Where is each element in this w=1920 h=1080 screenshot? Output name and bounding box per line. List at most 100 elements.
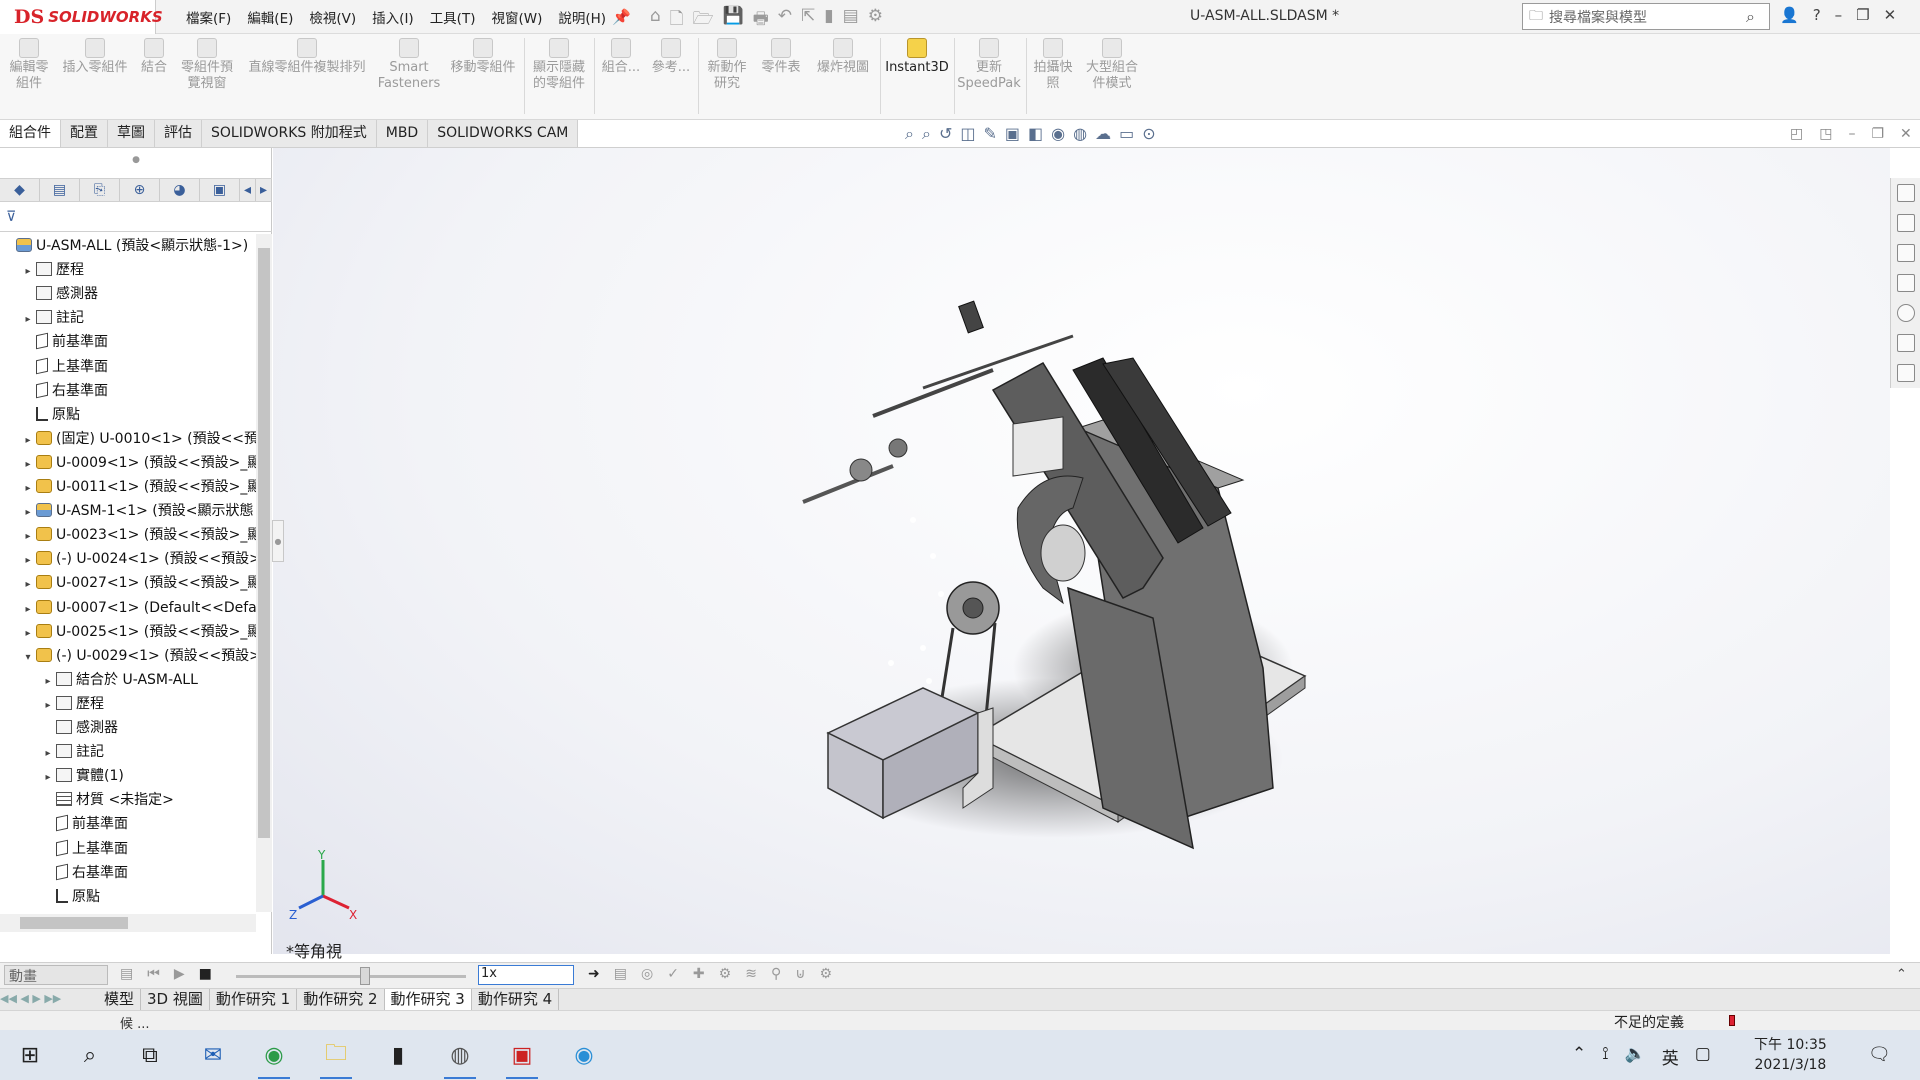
new-motion-study-button[interactable]: 新動作 研究 xyxy=(702,38,752,92)
assembly-features-button[interactable]: 組合... xyxy=(598,38,644,76)
tray-expand-icon[interactable]: ⌃ xyxy=(1572,1044,1586,1069)
viewport-close-icon[interactable]: ✕ xyxy=(1900,126,1912,142)
tree-item[interactable]: 原點 xyxy=(0,885,100,909)
configuration-manager-tab-icon[interactable]: ⎘ xyxy=(80,179,120,201)
expand-arrow-icon[interactable]: ▸ xyxy=(22,477,34,501)
expand-arrow-icon[interactable]: ▸ xyxy=(22,549,34,573)
panel-grip[interactable]: ● xyxy=(0,148,272,172)
tree-item[interactable]: ▾ (-) U-0029<1> (預設<<預設> xyxy=(0,644,256,668)
zoom-to-fit-icon[interactable]: ⌕ xyxy=(905,124,914,144)
menu-help[interactable]: 說明(H) xyxy=(550,7,614,27)
component-preview-button[interactable]: 零組件預 覽視窗 xyxy=(176,38,238,92)
spring-icon[interactable]: ≋ xyxy=(745,966,757,982)
search-box[interactable]: 🗀 搜尋檔案與模型 ⌕ xyxy=(1522,3,1770,30)
tree-item[interactable]: U-ASM-ALL (預設<顯示狀態-1>) xyxy=(0,234,248,258)
viewport-minimize-icon[interactable]: – xyxy=(1848,126,1855,142)
expand-arrow-icon[interactable]: ▸ xyxy=(42,742,54,766)
globe-app-icon[interactable]: ◍ xyxy=(440,1035,480,1079)
tab-motion-study-1[interactable]: 動作研究 1 xyxy=(209,989,298,1010)
tab-sketch[interactable]: 草圖 xyxy=(108,120,155,147)
new-file-icon[interactable]: 🗋 xyxy=(670,6,684,35)
tree-item[interactable]: 上基準面 xyxy=(0,837,128,861)
search-scope-icon[interactable]: 🗀 xyxy=(1529,5,1543,29)
tab-assembly[interactable]: 組合件 xyxy=(0,120,61,147)
dynamic-annotation-icon[interactable]: ✎ xyxy=(983,124,996,144)
split-view-icon[interactable]: ◰ xyxy=(1790,126,1803,142)
dimxpert-tab-icon[interactable]: ⊕ xyxy=(120,179,160,201)
add-key-icon[interactable]: ✚ xyxy=(693,966,705,982)
print-icon[interactable]: 🖶 xyxy=(753,6,769,35)
ime-mode-icon[interactable]: ▢ xyxy=(1695,1044,1711,1069)
home-icon[interactable]: ⌂ xyxy=(650,6,661,35)
menu-insert[interactable]: 插入(I) xyxy=(364,7,422,27)
tab-motion-study-2[interactable]: 動作研究 2 xyxy=(297,989,385,1010)
display-manager-tab-icon[interactable]: ◕ xyxy=(160,179,200,201)
menu-view[interactable]: 檢視(V) xyxy=(301,7,364,27)
tree-item[interactable]: 右基準面 xyxy=(0,379,108,403)
notification-center-icon[interactable]: 🗨 xyxy=(1868,1044,1891,1065)
exploded-view-button[interactable]: 爆炸視圖 xyxy=(810,38,876,76)
custom-properties-icon[interactable] xyxy=(1897,334,1915,352)
bill-of-materials-button[interactable]: 零件表 xyxy=(756,38,806,76)
windows-start-icon[interactable]: ⊞ xyxy=(10,1035,50,1075)
menu-file[interactable]: 檔案(F) xyxy=(178,7,239,27)
view-orientation-icon[interactable]: ▣ xyxy=(1005,124,1020,144)
panel-splitter[interactable]: ● xyxy=(272,520,284,562)
tree-item[interactable]: ▸ (-) U-0024<1> (預設<<預設> xyxy=(0,547,256,571)
realview-icon[interactable]: ⊙ xyxy=(1142,124,1155,144)
expand-arrow-icon[interactable]: ▾ xyxy=(22,646,34,670)
open-file-icon[interactable]: 🗁 xyxy=(692,6,713,35)
update-speedpak-button[interactable]: 更新 SpeedPak xyxy=(956,38,1022,92)
expand-arrow-icon[interactable]: ▸ xyxy=(22,308,34,332)
close-icon[interactable]: ✕ xyxy=(1884,6,1897,24)
large-assembly-mode-button[interactable]: 大型組合 件模式 xyxy=(1080,38,1144,92)
filter-icon[interactable]: ⊽ xyxy=(6,209,16,225)
tree-item[interactable]: ▸ U-ASM-1<1> (預設<顯示狀態 xyxy=(0,499,254,523)
network-icon[interactable]: ⟟ xyxy=(1602,1044,1608,1069)
tree-item[interactable]: 前基準面 xyxy=(0,812,128,836)
tree-item[interactable]: 材質 <未指定> xyxy=(0,788,174,812)
tree-item[interactable]: 原點 xyxy=(0,403,80,427)
insert-components-button[interactable]: 插入零組件 xyxy=(58,38,132,76)
clock[interactable]: 下午 10:35 2021/3/18 xyxy=(1754,1035,1827,1075)
expand-arrow-icon[interactable]: ▸ xyxy=(22,429,34,453)
cam-tab-icon[interactable]: ▣ xyxy=(200,179,240,201)
expand-arrow-icon[interactable]: ▸ xyxy=(42,694,54,718)
gravity-icon[interactable]: ⊍ xyxy=(795,966,805,982)
tree-item[interactable]: ▸ 實體(1) xyxy=(0,764,124,788)
mail-icon[interactable]: ✉ xyxy=(193,1035,233,1075)
play-icon[interactable]: ▶ xyxy=(174,966,185,982)
previous-view-icon[interactable]: ↺ xyxy=(939,124,952,144)
calculate-icon[interactable]: ▤ xyxy=(120,966,133,982)
menu-edit[interactable]: 編輯(E) xyxy=(239,7,301,27)
section-view-icon[interactable]: ◫ xyxy=(960,124,975,144)
expand-arrow-icon[interactable]: ▸ xyxy=(42,766,54,790)
tree-item[interactable]: ▸ 註記 xyxy=(0,306,84,330)
expand-arrow-icon[interactable]: ▸ xyxy=(42,670,54,694)
view-palette-icon[interactable] xyxy=(1897,274,1915,292)
apply-scene-icon[interactable]: ☁ xyxy=(1095,124,1111,144)
tree-item[interactable]: ▸ U-0011<1> (預設<<預設>_顯 xyxy=(0,475,256,499)
tree-item[interactable]: 感測器 xyxy=(0,716,118,740)
tree-item[interactable]: ▸ U-0023<1> (預設<<預設>_顯 xyxy=(0,523,256,547)
pin-icon[interactable]: 📌 xyxy=(612,8,631,26)
undo-icon[interactable]: ↶ xyxy=(778,6,792,35)
minimize-icon[interactable]: – xyxy=(1835,6,1843,24)
property-manager-tab-icon[interactable]: ▤ xyxy=(40,179,80,201)
tree-item[interactable]: ▸ U-0007<1> (Default<<Defau xyxy=(0,596,256,620)
select-icon[interactable]: ⇱ xyxy=(801,6,815,35)
motor-icon[interactable]: ⚙ xyxy=(719,966,732,982)
split-view-2-icon[interactable]: ◳ xyxy=(1819,126,1832,142)
solidworks-taskbar-icon[interactable]: ▣ xyxy=(502,1035,542,1079)
view-settings-icon[interactable]: ▭ xyxy=(1119,124,1134,144)
tab-mbd[interactable]: MBD xyxy=(376,120,429,147)
rebuild-indicator-icon[interactable] xyxy=(1729,1015,1735,1026)
tree-item[interactable]: ▸ U-0027<1> (預設<<預設>_顯 xyxy=(0,571,256,595)
search-icon[interactable]: ⌕ xyxy=(70,1035,110,1075)
tree-item[interactable]: 上基準面 xyxy=(0,355,108,379)
tree-item[interactable]: ▸ 註記 xyxy=(0,740,104,764)
expand-arrow-icon[interactable]: ▸ xyxy=(22,453,34,477)
expand-arrow-icon[interactable]: ▸ xyxy=(42,911,54,912)
ime-indicator[interactable]: 英 xyxy=(1662,1044,1679,1069)
contact-icon[interactable]: ⚲ xyxy=(771,966,781,982)
